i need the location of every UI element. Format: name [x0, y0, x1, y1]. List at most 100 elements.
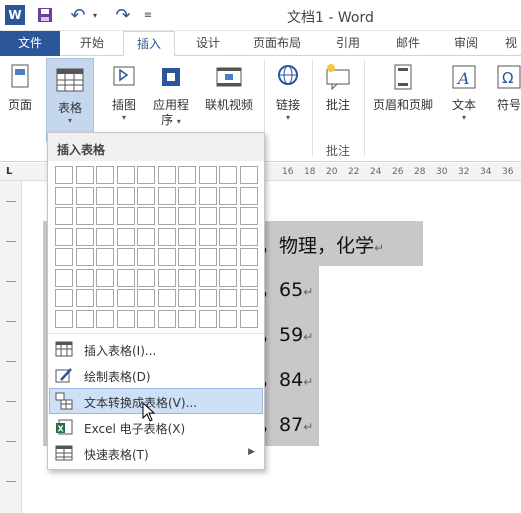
- grid-cell[interactable]: [75, 166, 94, 184]
- new-comment-button[interactable]: 批注: [318, 62, 358, 113]
- customize-quick-access-icon[interactable]: ≡: [143, 5, 153, 25]
- convert-text-to-table-item[interactable]: 文本转换成表格(V)...: [49, 388, 263, 414]
- apps-button[interactable]: 应用程 序 ▾: [148, 62, 194, 129]
- grid-cell[interactable]: [96, 309, 114, 328]
- grid-cell[interactable]: [219, 289, 237, 307]
- grid-cell[interactable]: [157, 248, 176, 266]
- undo-dropdown-icon[interactable]: ▾: [90, 5, 100, 25]
- grid-cell[interactable]: [55, 268, 73, 287]
- grid-cell[interactable]: [178, 227, 196, 246]
- grid-cell[interactable]: [178, 309, 196, 328]
- grid-cell[interactable]: [157, 289, 176, 307]
- grid-cell[interactable]: [75, 289, 94, 307]
- grid-cell[interactable]: [75, 227, 94, 246]
- grid-cell[interactable]: [198, 248, 217, 266]
- illustrations-button[interactable]: 插图 ▾: [104, 62, 144, 122]
- grid-cell[interactable]: [55, 207, 73, 225]
- vertical-ruler[interactable]: [0, 181, 22, 513]
- link-button[interactable]: 链接 ▾: [268, 62, 308, 122]
- grid-cell[interactable]: [96, 268, 114, 287]
- grid-cell[interactable]: [75, 268, 94, 287]
- grid-cell[interactable]: [219, 166, 237, 184]
- grid-cell[interactable]: [198, 268, 217, 287]
- grid-cell[interactable]: [96, 166, 114, 184]
- grid-cell[interactable]: [239, 309, 258, 328]
- tab-home[interactable]: 开始: [70, 31, 114, 56]
- undo-icon[interactable]: ↶: [67, 5, 89, 26]
- grid-cell[interactable]: [137, 166, 155, 184]
- grid-cell[interactable]: [157, 207, 176, 225]
- grid-cell[interactable]: [75, 309, 94, 328]
- tab-insert[interactable]: 插入: [123, 31, 175, 57]
- tab-design[interactable]: 设计: [186, 31, 230, 56]
- grid-cell[interactable]: [219, 207, 237, 225]
- grid-cell[interactable]: [219, 309, 237, 328]
- grid-cell[interactable]: [157, 309, 176, 328]
- grid-cell[interactable]: [219, 227, 237, 246]
- grid-cell[interactable]: [239, 248, 258, 266]
- grid-cell[interactable]: [157, 227, 176, 246]
- pages-button[interactable]: 页面: [2, 62, 38, 113]
- tab-file[interactable]: 文件: [0, 31, 60, 56]
- draw-table-item[interactable]: 绘制表格(D): [49, 362, 263, 388]
- grid-cell[interactable]: [55, 186, 73, 205]
- grid-cell[interactable]: [198, 186, 217, 205]
- grid-cell[interactable]: [116, 248, 135, 266]
- grid-cell[interactable]: [116, 289, 135, 307]
- grid-cell[interactable]: [219, 268, 237, 287]
- grid-cell[interactable]: [96, 289, 114, 307]
- grid-cell[interactable]: [96, 227, 114, 246]
- grid-cell[interactable]: [178, 186, 196, 205]
- grid-cell[interactable]: [55, 227, 73, 246]
- grid-cell[interactable]: [55, 289, 73, 307]
- grid-cell[interactable]: [219, 186, 237, 205]
- grid-cell[interactable]: [116, 166, 135, 184]
- grid-cell[interactable]: [178, 268, 196, 287]
- grid-cell[interactable]: [137, 309, 155, 328]
- tab-view[interactable]: 视: [501, 31, 521, 56]
- grid-cell[interactable]: [75, 207, 94, 225]
- grid-cell[interactable]: [239, 186, 258, 205]
- grid-cell[interactable]: [55, 166, 73, 184]
- tab-page-layout[interactable]: 页面布局: [242, 31, 312, 56]
- header-footer-button[interactable]: 页眉和页脚: [368, 62, 438, 113]
- save-icon[interactable]: [35, 5, 55, 25]
- quick-tables-item[interactable]: 快速表格(T) ▶: [49, 440, 263, 466]
- grid-cell[interactable]: [137, 248, 155, 266]
- grid-cell[interactable]: [137, 289, 155, 307]
- grid-cell[interactable]: [75, 248, 94, 266]
- grid-cell[interactable]: [157, 268, 176, 287]
- grid-cell[interactable]: [198, 309, 217, 328]
- grid-cell[interactable]: [157, 166, 176, 184]
- tab-mailings[interactable]: 邮件: [388, 31, 428, 56]
- grid-cell[interactable]: [178, 289, 196, 307]
- grid-cell[interactable]: [55, 248, 73, 266]
- grid-cell[interactable]: [116, 309, 135, 328]
- grid-cell[interactable]: [239, 207, 258, 225]
- grid-cell[interactable]: [55, 309, 73, 328]
- grid-cell[interactable]: [137, 227, 155, 246]
- grid-cell[interactable]: [137, 186, 155, 205]
- redo-icon[interactable]: ↷: [112, 5, 134, 26]
- grid-cell[interactable]: [96, 186, 114, 205]
- grid-cell[interactable]: [116, 207, 135, 225]
- table-button[interactable]: 表格 ▾: [46, 58, 94, 142]
- grid-cell[interactable]: [178, 166, 196, 184]
- text-button[interactable]: A 文本 ▾: [444, 62, 484, 122]
- grid-cell[interactable]: [239, 268, 258, 287]
- online-video-button[interactable]: 联机视频: [198, 62, 260, 113]
- insert-table-item[interactable]: 插入表格(I)...: [49, 336, 263, 362]
- grid-cell[interactable]: [75, 186, 94, 205]
- grid-cell[interactable]: [157, 186, 176, 205]
- grid-cell[interactable]: [198, 289, 217, 307]
- grid-cell[interactable]: [137, 207, 155, 225]
- grid-cell[interactable]: [178, 248, 196, 266]
- tab-selector-icon[interactable]: L: [6, 166, 12, 177]
- grid-cell[interactable]: [198, 207, 217, 225]
- grid-cell[interactable]: [198, 227, 217, 246]
- grid-cell[interactable]: [219, 248, 237, 266]
- symbol-button[interactable]: Ω 符号: [492, 62, 521, 113]
- excel-spreadsheet-item[interactable]: X Excel 电子表格(X): [49, 414, 263, 440]
- grid-cell[interactable]: [116, 227, 135, 246]
- grid-cell[interactable]: [178, 207, 196, 225]
